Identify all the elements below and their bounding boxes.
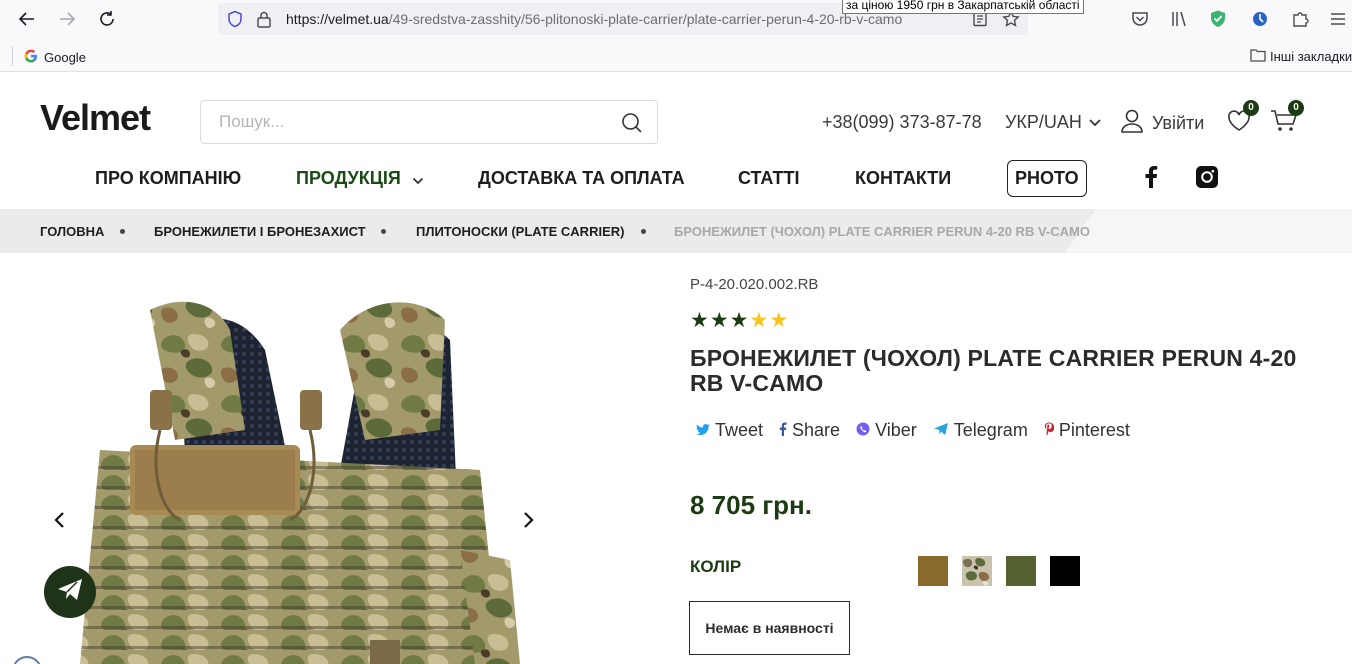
star-filled-icon: ★ (690, 309, 709, 332)
facebook-small-icon (779, 420, 787, 441)
library-icon[interactable] (1170, 9, 1190, 29)
pocket-icon[interactable] (1130, 9, 1150, 29)
out-of-stock-button[interactable]: Немає в наявності (689, 601, 850, 655)
facebook-icon[interactable] (1144, 166, 1158, 193)
nav-delivery[interactable]: ДОСТАВКА ТА ОПЛАТА (478, 168, 685, 189)
login-label: Увійти (1152, 113, 1205, 133)
breadcrumb-home[interactable]: ГОЛОВНА (40, 224, 104, 239)
bookmark-other-label: Інші закладки (1270, 49, 1352, 64)
shield-icon[interactable] (226, 10, 244, 33)
bookmark-google-label: Google (44, 50, 86, 65)
user-icon (1120, 108, 1144, 139)
search-box (200, 100, 658, 144)
lock-icon[interactable] (256, 10, 272, 33)
share-pinterest-label: Pinterest (1058, 420, 1130, 440)
star-empty-icon: ★ (769, 309, 789, 332)
heart-icon (1226, 110, 1252, 138)
cart-icon (1270, 110, 1298, 138)
product-gallery (40, 270, 560, 664)
login-link[interactable]: Увійти (1120, 108, 1204, 139)
telegram-small-icon (933, 420, 949, 441)
bookmark-other[interactable]: Інші закладки (1250, 48, 1352, 65)
bookmarks-divider (12, 46, 13, 66)
extension-shield-icon[interactable] (1208, 9, 1228, 29)
breadcrumb-separator (381, 229, 386, 234)
product-price: 8 705 грн. (690, 490, 812, 520)
share-links: Tweet Share Viber Telegram Pinterest (696, 420, 1130, 441)
color-swatch-olive[interactable] (1006, 556, 1036, 586)
breadcrumb: ГОЛОВНА БРОНЕЖИЛЕТИ І БРОНЕЗАХИСТ ПЛИТОН… (0, 209, 1352, 253)
breadcrumb-separator (641, 229, 646, 234)
tooltip: за ціною 1950 грн в Закарпатській област… (842, 0, 1084, 14)
language-currency-label: УКР/UAH (1005, 112, 1082, 132)
forward-icon[interactable] (56, 8, 78, 30)
nav-about[interactable]: ПРО КОМПАНІЮ (95, 168, 241, 189)
telegram-chat-button[interactable] (44, 566, 96, 618)
twitter-icon (696, 420, 710, 441)
menu-icon[interactable] (1328, 9, 1348, 29)
telegram-icon (56, 577, 84, 608)
product-image[interactable] (40, 270, 560, 664)
star-empty-icon: ★ (749, 309, 769, 332)
nav-products-label: ПРОДУКЦІЯ (296, 168, 401, 188)
color-swatch-coyote[interactable] (918, 556, 948, 586)
nav-contacts[interactable]: КОНТАКТИ (855, 168, 951, 189)
nav-articles[interactable]: СТАТТІ (738, 168, 800, 189)
google-icon (24, 49, 38, 66)
instagram-icon[interactable] (1196, 166, 1218, 193)
star-filled-icon: ★ (709, 309, 729, 332)
accessibility-widget-icon[interactable] (12, 656, 42, 664)
breadcrumb-plate-carriers[interactable]: ПЛИТОНОСКИ (PLATE CARRIER) (416, 224, 624, 239)
star-filled-icon: ★ (729, 309, 749, 332)
color-swatch-multicam[interactable] (962, 556, 992, 586)
viber-icon (856, 420, 870, 441)
folder-icon (1250, 48, 1266, 65)
breadcrumb-body-armor[interactable]: БРОНЕЖИЛЕТИ І БРОНЕЗАХИСТ (154, 224, 366, 239)
reader-view-icon[interactable] (972, 11, 988, 32)
rating-stars: ★ ★ ★ ★ ★ (690, 310, 788, 331)
share-viber-label: Viber (875, 420, 917, 440)
site-logo[interactable]: Velmet (40, 97, 151, 139)
color-label: КОЛІР (690, 557, 742, 576)
breadcrumb-separator (120, 229, 125, 234)
bookmark-google[interactable]: Google (24, 49, 86, 66)
language-currency-select[interactable]: УКР/UAH (1005, 112, 1102, 133)
color-swatch-black[interactable] (1050, 556, 1080, 586)
breadcrumb-current: БРОНЕЖИЛЕТ (ЧОХОЛ) PLATE CARRIER PERUN 4… (674, 224, 1090, 239)
nav-photo-button[interactable]: PHOTO (1007, 160, 1087, 197)
back-icon[interactable] (16, 8, 38, 30)
extensions-puzzle-icon[interactable] (1290, 9, 1310, 29)
bookmarks-toolbar (0, 38, 1352, 72)
share-facebook[interactable]: Share (779, 420, 840, 441)
wishlist-button[interactable]: 0 (1226, 100, 1259, 139)
share-facebook-label: Share (792, 420, 841, 440)
share-twitter-label: Tweet (715, 420, 764, 440)
chevron-down-icon (1088, 112, 1102, 133)
share-twitter[interactable]: Tweet (696, 420, 763, 441)
product-sku: P-4-20.020.002.RB (690, 276, 819, 293)
gallery-next-arrow-icon[interactable] (518, 510, 538, 530)
phone-number[interactable]: +38(099) 373-87-78 (822, 112, 982, 133)
search-input[interactable] (219, 111, 599, 133)
share-telegram-label: Telegram (953, 420, 1028, 440)
gallery-prev-arrow-icon[interactable] (50, 510, 70, 530)
pinterest-icon (1044, 420, 1055, 441)
extension-blue-icon[interactable] (1250, 9, 1270, 29)
nav-products[interactable]: ПРОДУКЦІЯ (296, 168, 424, 190)
share-viber[interactable]: Viber (856, 420, 917, 441)
share-telegram[interactable]: Telegram (933, 420, 1028, 441)
cart-button[interactable]: 0 (1270, 100, 1304, 139)
browser-toolbar: https://velmet.ua/49-sredstva-zasshity/5… (0, 0, 1352, 38)
search-icon[interactable] (621, 112, 643, 139)
product-title: БРОНЕЖИЛЕТ (ЧОХОЛ) PLATE CARRIER PERUN 4… (690, 345, 1297, 396)
reload-icon[interactable] (96, 8, 118, 30)
cart-count-badge: 0 (1288, 100, 1304, 116)
wishlist-count-badge: 0 (1243, 100, 1259, 116)
chevron-down-icon (412, 169, 424, 190)
share-pinterest[interactable]: Pinterest (1044, 420, 1130, 441)
